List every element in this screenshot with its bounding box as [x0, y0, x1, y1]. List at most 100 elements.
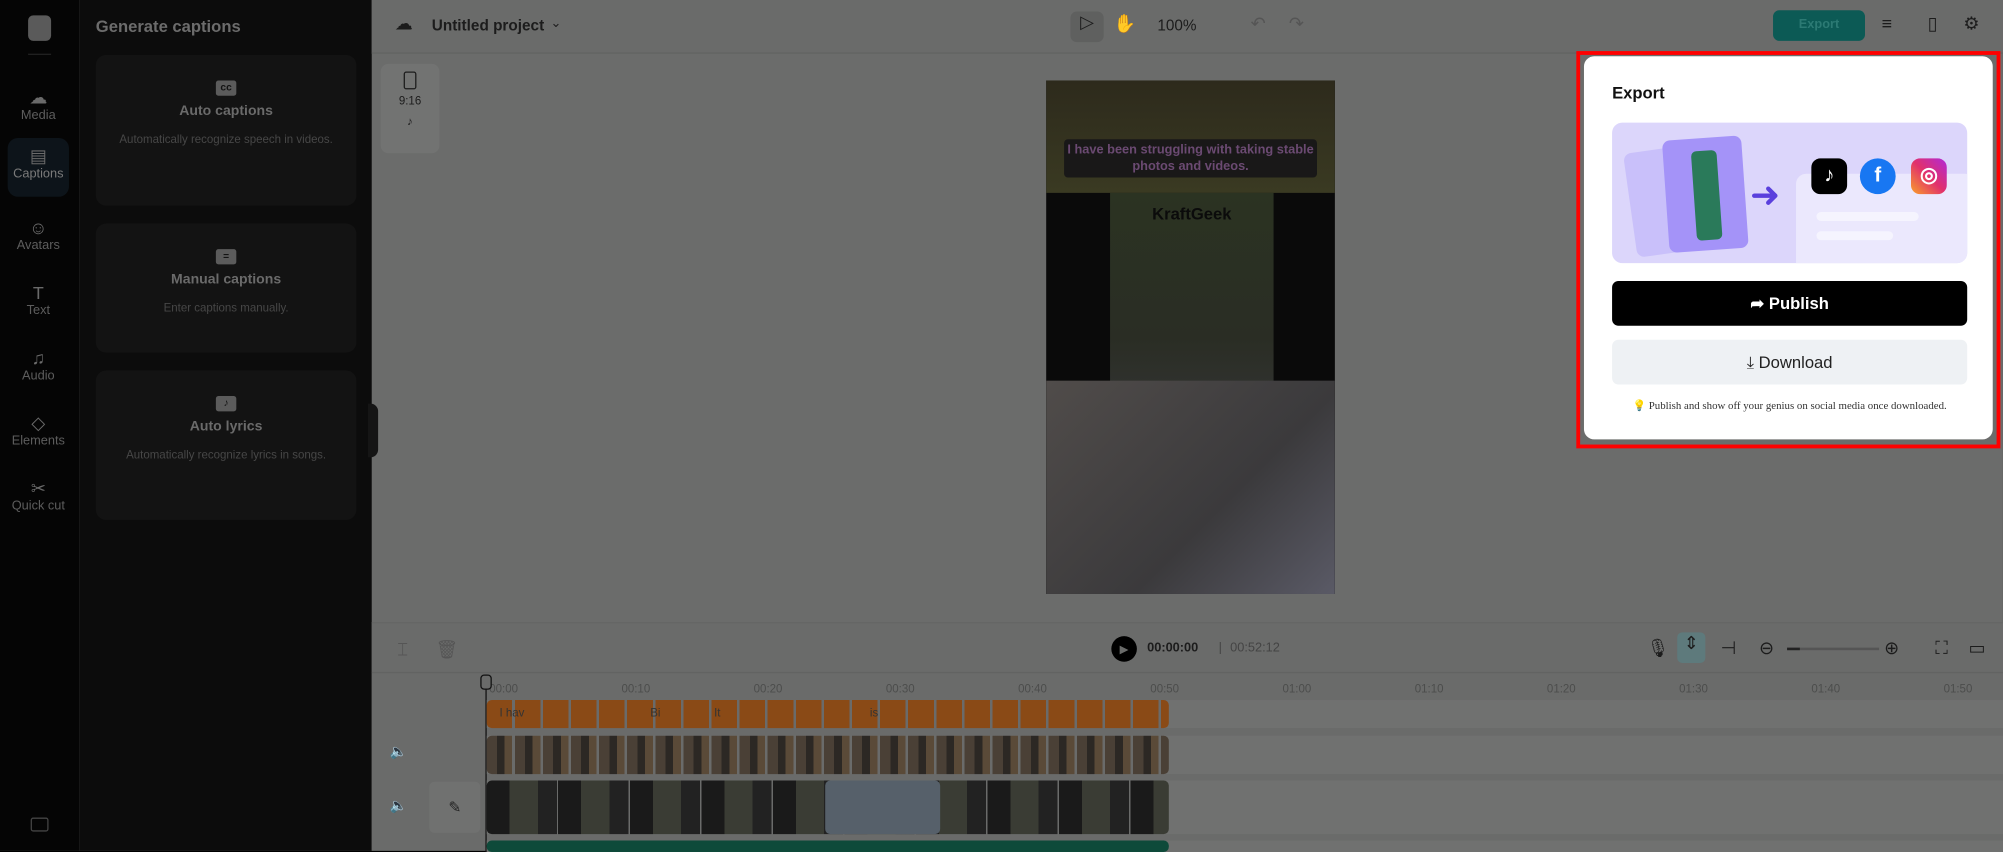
card-desc: Automatically recognize lyrics in songs. — [126, 448, 327, 462]
current-time: 00:00:00 — [1147, 641, 1199, 656]
manual-captions-card[interactable]: = Manual captions Enter captions manually. — [95, 223, 357, 353]
caption-clips[interactable] — [486, 700, 1169, 729]
left-rail: ☁ Media ▤ Captions ☺ Avatars T Text ♫ Audio ◇… — [0, 0, 80, 851]
subtitle-icon: = — [215, 249, 237, 265]
ruler-tick: 00:10 — [621, 682, 651, 695]
aspect-ratio-selector[interactable]: 9:16 ♪ — [380, 63, 440, 154]
music-icon: ♫ — [31, 347, 46, 368]
comment-icon[interactable]: ▭ — [1968, 637, 1985, 659]
ruler-tick: 01:30 — [1679, 682, 1708, 695]
auto-snap-icon[interactable]: ⇕ — [1677, 632, 1706, 663]
card-title: Manual captions — [171, 272, 282, 288]
ruler-tick: 00:50 — [1150, 682, 1180, 695]
delete-icon[interactable]: 🗑 — [436, 639, 459, 661]
ruler-tick: 01:50 — [1943, 682, 1973, 695]
card-desc: Enter captions manually. — [163, 301, 289, 315]
phone-icon — [403, 71, 417, 90]
video-bottom — [1046, 380, 1335, 594]
redo-icon[interactable]: ↷ — [1289, 13, 1304, 35]
rail-label: Text — [26, 304, 51, 319]
hand-tool-icon[interactable]: ✋ — [1114, 13, 1136, 35]
project-name[interactable]: Untitled project — [432, 17, 544, 35]
scissors-icon: ✂ — [30, 477, 46, 499]
video-preview[interactable]: KraftGeek I have been struggling with ta… — [1046, 80, 1335, 594]
brand-logo: KraftGeek — [1152, 204, 1232, 224]
zoom-in-icon[interactable]: ⊕ — [1884, 637, 1899, 659]
video-clips[interactable] — [486, 735, 1169, 775]
cc-icon: cc — [215, 80, 237, 96]
ratio-label: 9:16 — [398, 94, 422, 108]
fullscreen-icon[interactable]: ⛶ — [1935, 637, 1948, 659]
rail-item-quick-cut[interactable]: ✂ Quick cut — [8, 470, 69, 529]
rail-item-avatars[interactable]: ☺ Avatars — [8, 209, 69, 268]
divider — [28, 53, 52, 55]
avatar-icon: ☺ — [29, 217, 48, 238]
caption-clip-label: I hav — [499, 706, 525, 720]
tiktok-icon: ♪ — [407, 114, 413, 128]
volume-icon[interactable]: 🔈 — [390, 797, 408, 813]
volume-icon[interactable]: 🔈 — [390, 743, 408, 760]
play-button[interactable]: ▶ — [1111, 636, 1137, 662]
zoom-out-icon[interactable]: ⊖ — [1759, 637, 1774, 659]
zoom-level[interactable]: 100% — [1157, 17, 1196, 35]
captions-panel: Generate captions cc Auto captions Automat… — [79, 0, 379, 851]
rail-label: Media — [20, 108, 56, 123]
rail-label: Captions — [13, 167, 64, 182]
rail-label: Quick cut — [11, 499, 65, 514]
settings-icon[interactable]: ⚙ — [1963, 13, 1979, 35]
rail-item-text[interactable]: T Text — [8, 275, 69, 334]
text-icon: T — [32, 282, 44, 303]
card-title: Auto captions — [179, 103, 273, 119]
layout-icon[interactable]: ▯ — [1928, 13, 1938, 35]
main-video-track[interactable] — [486, 780, 2003, 835]
rail-item-elements[interactable]: ◇ Elements — [8, 405, 69, 464]
timeline: ⌶ 🗑 ▶ 00:00:00 | 00:52:12 🎙 ⇕ ⊣ ⊖ ⊕ ⛶ ▭ … — [371, 622, 2003, 852]
rail-item-media[interactable]: ☁ Media — [8, 79, 69, 138]
top-bar: ☁ Untitled project ⌄ ▷ ✋ 100% ↶ ↷ Export… — [371, 0, 2003, 54]
audio-clip[interactable] — [486, 840, 1169, 852]
ruler-tick: 00:00 — [489, 682, 519, 695]
rail-item-captions[interactable]: ▤ Captions — [7, 137, 69, 197]
rail-item-audio[interactable]: ♫ Audio — [8, 340, 69, 399]
auto-captions-card[interactable]: cc Auto captions Automatically recognize s… — [95, 54, 357, 206]
keyboard-icon[interactable] — [30, 817, 49, 832]
cloud-upload-icon: ☁ — [29, 86, 48, 108]
caption-clip-label: Bi — [650, 706, 661, 720]
divider — [371, 671, 2003, 674]
ruler-tick: 01:20 — [1546, 682, 1576, 695]
split-icon[interactable]: ⌶ — [397, 639, 408, 661]
caption-clip-label: is — [869, 706, 879, 720]
ruler-tick: 01:00 — [1282, 682, 1312, 695]
ruler-tick: 01:10 — [1414, 682, 1444, 695]
total-time: 00:52:12 — [1230, 641, 1280, 656]
captions-icon: ▤ — [29, 145, 47, 167]
undo-icon[interactable]: ↶ — [1251, 13, 1266, 35]
caption-overlay[interactable]: I have been struggling with taking stabl… — [1064, 139, 1317, 178]
caption-track[interactable]: I hav Bi It is — [486, 700, 2003, 729]
beach-clip[interactable] — [825, 780, 941, 835]
layers-icon[interactable]: ≡ — [1882, 13, 1892, 33]
split-view-icon[interactable]: ⊣ — [1721, 637, 1737, 659]
card-desc: Automatically recognize speech in videos… — [119, 132, 333, 146]
rail-label: Avatars — [16, 238, 60, 253]
ruler-tick: 00:40 — [1018, 682, 1047, 695]
avatar-video-track[interactable] — [486, 735, 2003, 775]
elements-icon: ◇ — [31, 412, 46, 434]
cloud-save-icon: ☁ — [394, 12, 413, 34]
select-tool-icon[interactable]: ▷ — [1070, 11, 1104, 43]
app-logo[interactable] — [28, 15, 52, 41]
ruler-tick: 01:40 — [1811, 682, 1841, 695]
zoom-slider[interactable] — [1787, 647, 1880, 651]
chevron-down-icon[interactable]: ⌄ — [551, 17, 562, 31]
audio-track[interactable] — [486, 840, 2003, 852]
export-button[interactable]: Export — [1773, 10, 1866, 41]
edit-cover-button[interactable]: ✎ — [429, 781, 481, 833]
highlight-box — [1576, 51, 2001, 449]
panel-title: Generate captions — [95, 16, 241, 36]
microphone-icon[interactable]: 🎙 — [1647, 637, 1670, 659]
ruler-tick: 00:20 — [753, 682, 783, 695]
time-separator: | — [1218, 641, 1222, 656]
auto-lyrics-card[interactable]: ♪ Auto lyrics Automatically recognize lyri… — [95, 370, 357, 520]
collapse-panel-handle[interactable] — [367, 403, 379, 458]
card-title: Auto lyrics — [189, 418, 263, 435]
